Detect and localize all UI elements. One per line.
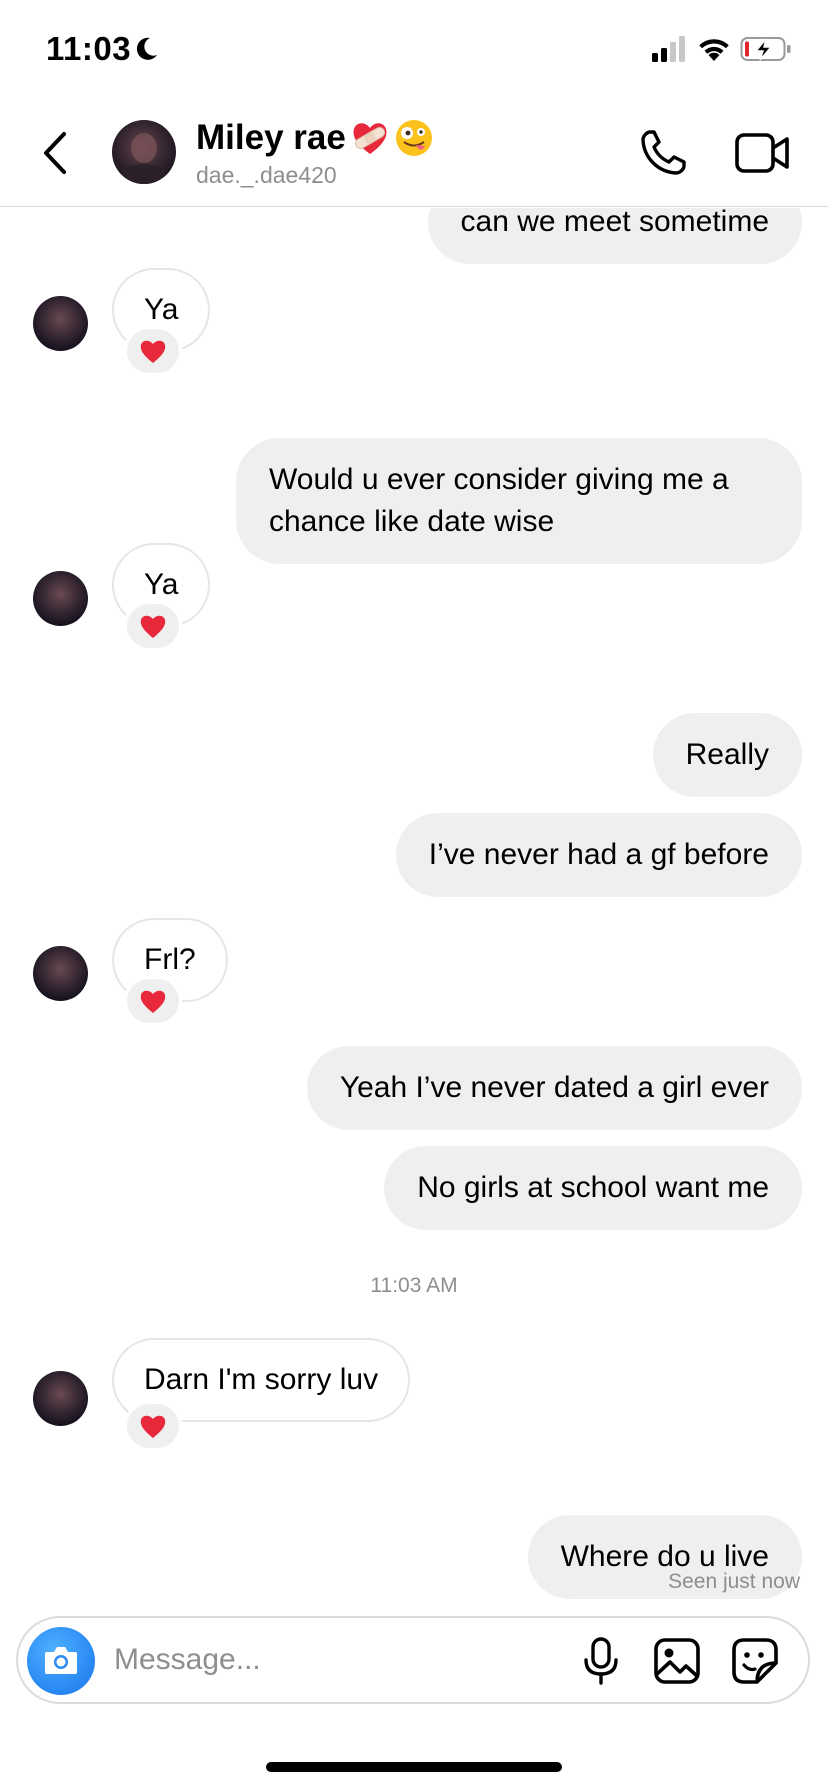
outgoing-message[interactable]: can we meet sometime [427, 208, 802, 264]
avatar[interactable] [33, 296, 88, 351]
message-input[interactable] [114, 1636, 474, 1684]
outgoing-message[interactable]: No girls at school want me [384, 1146, 802, 1230]
heart-reaction[interactable] [124, 326, 182, 376]
avatar[interactable] [33, 571, 88, 626]
message-timestamp: 11:03 AM [370, 1274, 458, 1297]
sticker-icon[interactable] [730, 1636, 780, 1686]
heart-reaction[interactable] [124, 1401, 182, 1451]
red-heart-icon [140, 990, 166, 1013]
video-camera-icon[interactable] [734, 130, 790, 176]
red-heart-icon [140, 1415, 166, 1438]
heart-reaction[interactable] [124, 976, 182, 1026]
camera-button[interactable] [27, 1627, 95, 1695]
home-indicator[interactable] [266, 1762, 562, 1772]
microphone-icon[interactable] [578, 1636, 624, 1686]
gallery-icon[interactable] [652, 1636, 702, 1686]
outgoing-message[interactable]: I’ve never had a gf before [395, 813, 802, 897]
red-heart-icon [140, 615, 166, 638]
contact-name: Miley rae [196, 118, 346, 157]
back-chevron-icon[interactable] [36, 126, 76, 180]
seen-status: Seen just now [668, 1570, 800, 1593]
avatar[interactable] [33, 1371, 88, 1426]
status-time: 11:03 [46, 30, 132, 67]
zany-face-icon [395, 120, 432, 156]
message-composer [16, 1616, 810, 1704]
red-heart-icon [140, 340, 166, 363]
contact-name-row[interactable]: Miley rae [196, 116, 434, 160]
message-thread[interactable]: can we meet sometime Ya Would u ever con… [0, 208, 828, 1608]
wifi-icon [699, 39, 729, 61]
battery-charging-icon [740, 37, 791, 61]
camera-icon [45, 1647, 77, 1674]
heart-reaction[interactable] [124, 601, 182, 651]
status-bar: 11:03 [0, 0, 828, 100]
moon-icon [136, 37, 157, 60]
outgoing-message[interactable]: Really [652, 713, 802, 797]
heart-with-bandage-icon [353, 123, 387, 154]
outgoing-message[interactable]: Would u ever consider giving me a chance… [236, 438, 802, 564]
avatar[interactable] [112, 120, 176, 184]
outgoing-message[interactable]: Yeah I’ve never dated a girl ever [306, 1046, 802, 1130]
signal-icon [652, 36, 685, 62]
avatar[interactable] [33, 946, 88, 1001]
phone-icon[interactable] [638, 128, 688, 178]
contact-username: dae._.dae420 [196, 162, 337, 188]
chat-header: Miley rae dae._.dae420 [0, 100, 828, 207]
